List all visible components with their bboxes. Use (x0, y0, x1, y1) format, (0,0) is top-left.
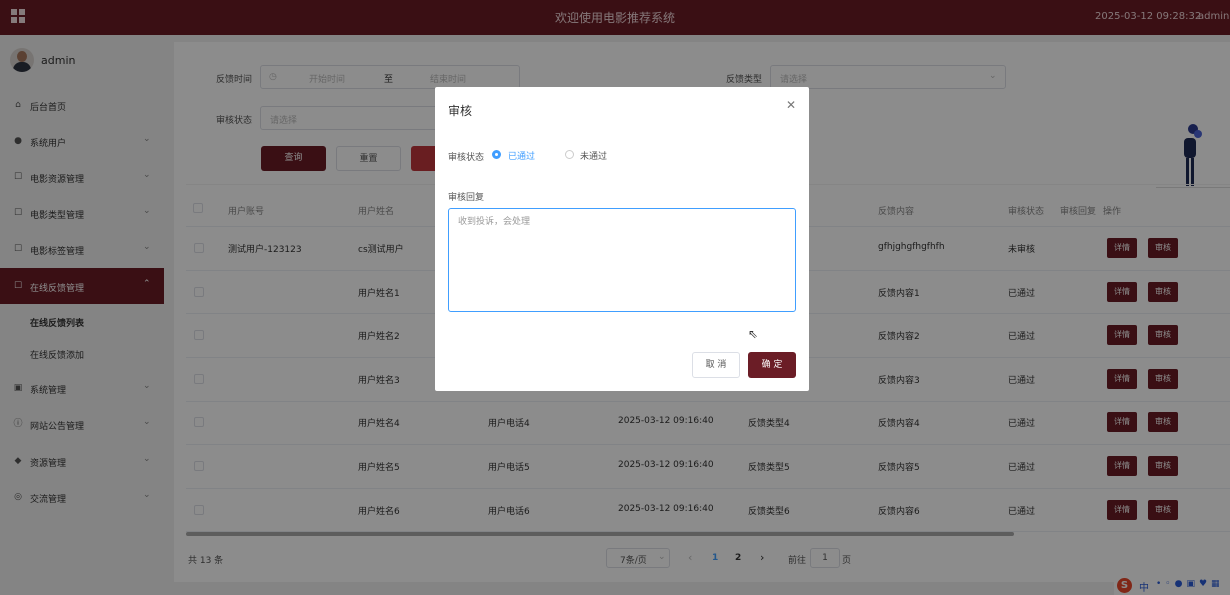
reply-textarea-value: 收到投诉，会处理 (458, 217, 531, 227)
mouse-cursor-icon: ⇖ (748, 327, 759, 341)
close-icon[interactable]: ✕ (786, 98, 796, 112)
reply-textarea[interactable]: 收到投诉，会处理 (448, 208, 796, 312)
radio-pass[interactable] (492, 150, 501, 159)
radio-fail-label[interactable]: 未通过 (580, 149, 607, 162)
confirm-button[interactable]: 确 定 (748, 352, 796, 378)
dialog-title: 审核 (448, 104, 473, 118)
dialog-reply-label: 审核回复 (448, 193, 485, 203)
dialog-status-label: 审核状态 (448, 153, 485, 163)
audit-dialog: 审核 ✕ 审核状态 已通过 未通过 审核回复 收到投诉，会处理 取 消 确 定 … (435, 87, 809, 391)
radio-pass-label[interactable]: 已通过 (508, 149, 535, 162)
cancel-button[interactable]: 取 消 (692, 352, 740, 378)
radio-fail[interactable] (565, 150, 574, 159)
